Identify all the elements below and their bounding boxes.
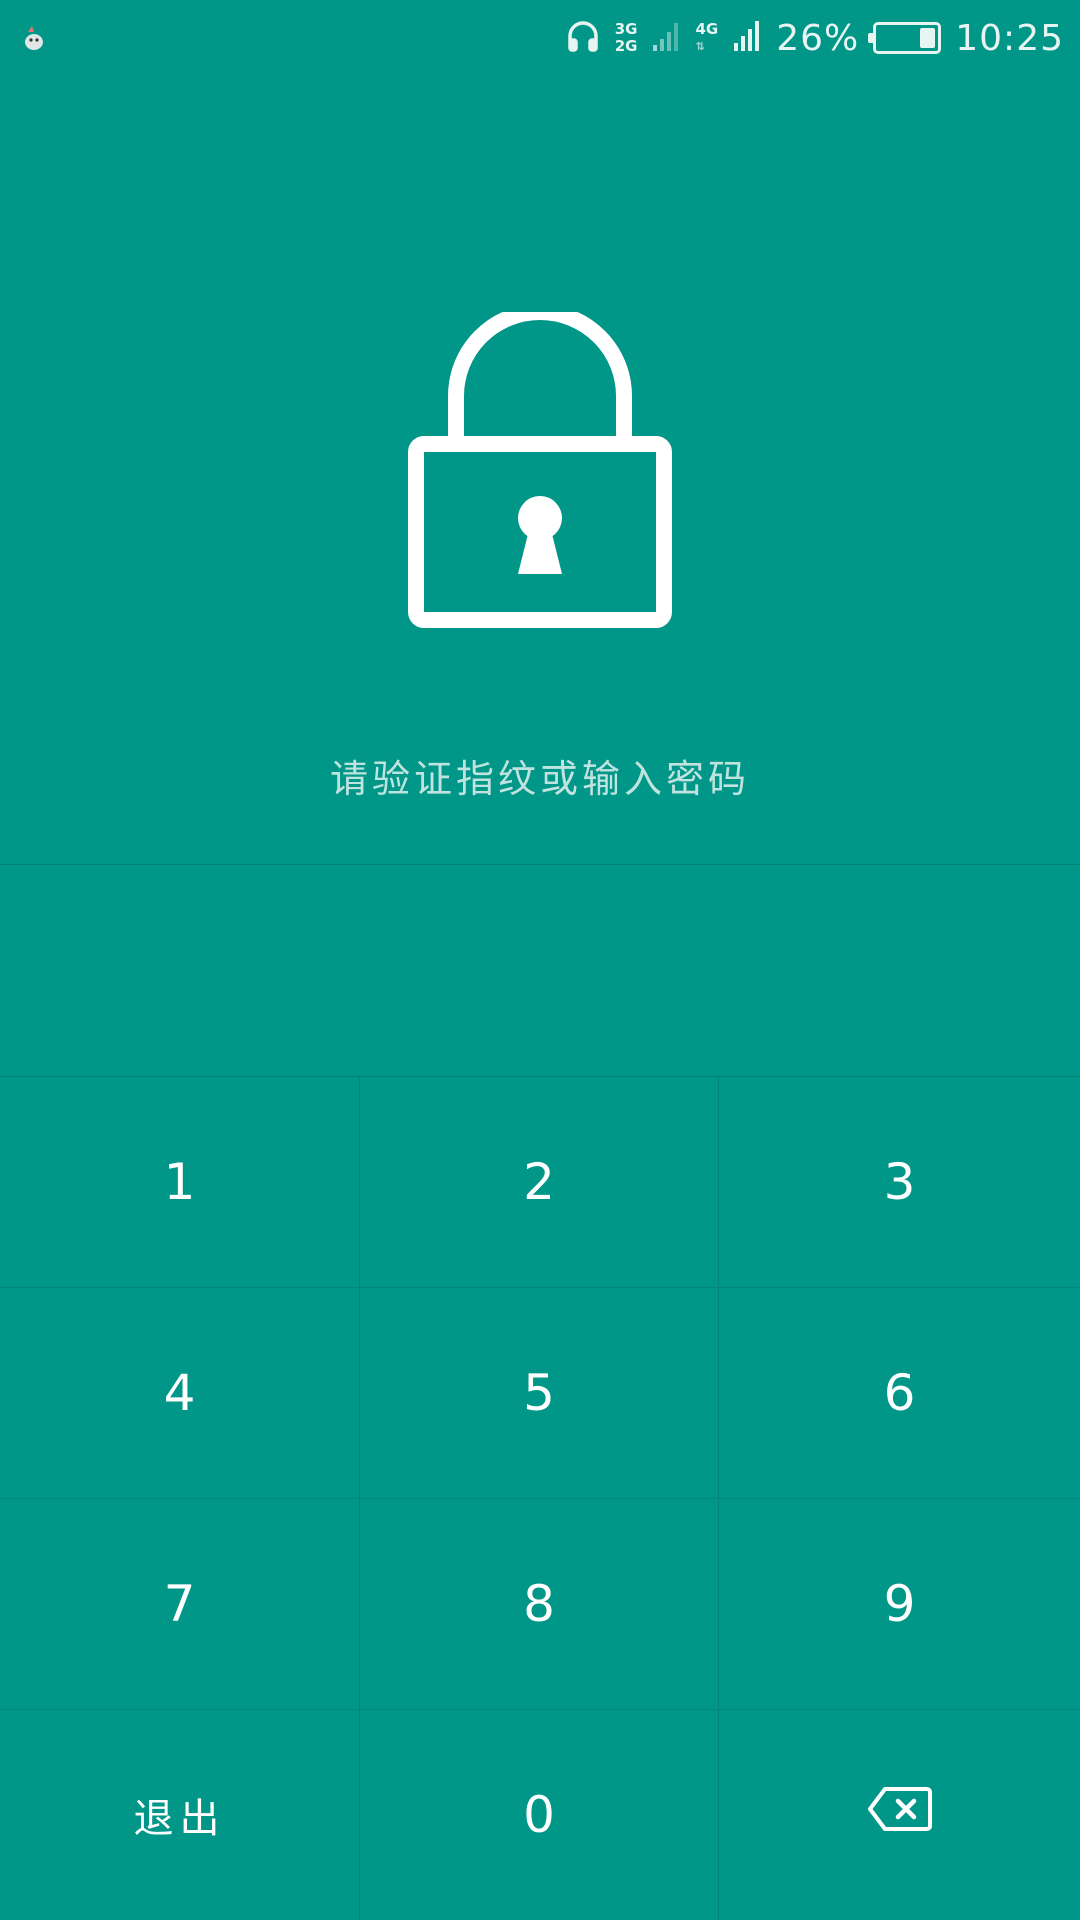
sim2-network-label: 4G ⇅ — [695, 20, 719, 54]
key-1[interactable]: 1 — [0, 1077, 360, 1288]
padlock-icon — [408, 304, 672, 628]
android-robot-icon — [20, 22, 48, 52]
sim2-signal-icon — [732, 19, 762, 57]
key-0[interactable]: 0 — [360, 1710, 719, 1920]
battery-percent: 26% — [776, 17, 860, 59]
headset-icon — [565, 18, 601, 58]
exit-button[interactable]: 退出 — [0, 1710, 360, 1920]
sim1-signal-icon — [651, 19, 681, 57]
key-9[interactable]: 9 — [719, 1499, 1080, 1710]
key-8[interactable]: 8 — [360, 1499, 719, 1710]
key-2[interactable]: 2 — [360, 1077, 719, 1288]
divider — [0, 864, 1080, 865]
battery-level — [920, 28, 936, 48]
clock: 10:25 — [955, 17, 1064, 59]
key-6[interactable]: 6 — [719, 1288, 1080, 1499]
numeric-keypad: 1 2 3 4 5 6 7 8 9 退出 0 — [0, 1076, 1080, 1920]
battery-icon — [868, 22, 942, 54]
key-7[interactable]: 7 — [0, 1499, 360, 1710]
sim1-network-label: 3G 2G — [614, 20, 638, 55]
key-5[interactable]: 5 — [360, 1288, 719, 1499]
key-3[interactable]: 3 — [719, 1077, 1080, 1288]
status-icons: 3G 2G 4G ⇅ 26% 10:25 — [565, 0, 1064, 76]
key-4[interactable]: 4 — [0, 1288, 360, 1499]
status-bar: 3G 2G 4G ⇅ 26% 10:25 — [0, 0, 1080, 76]
backspace-button[interactable] — [719, 1710, 1080, 1920]
unlock-prompt: 请验证指纹或输入密码 — [329, 757, 750, 801]
backspace-icon — [867, 1786, 933, 1844]
